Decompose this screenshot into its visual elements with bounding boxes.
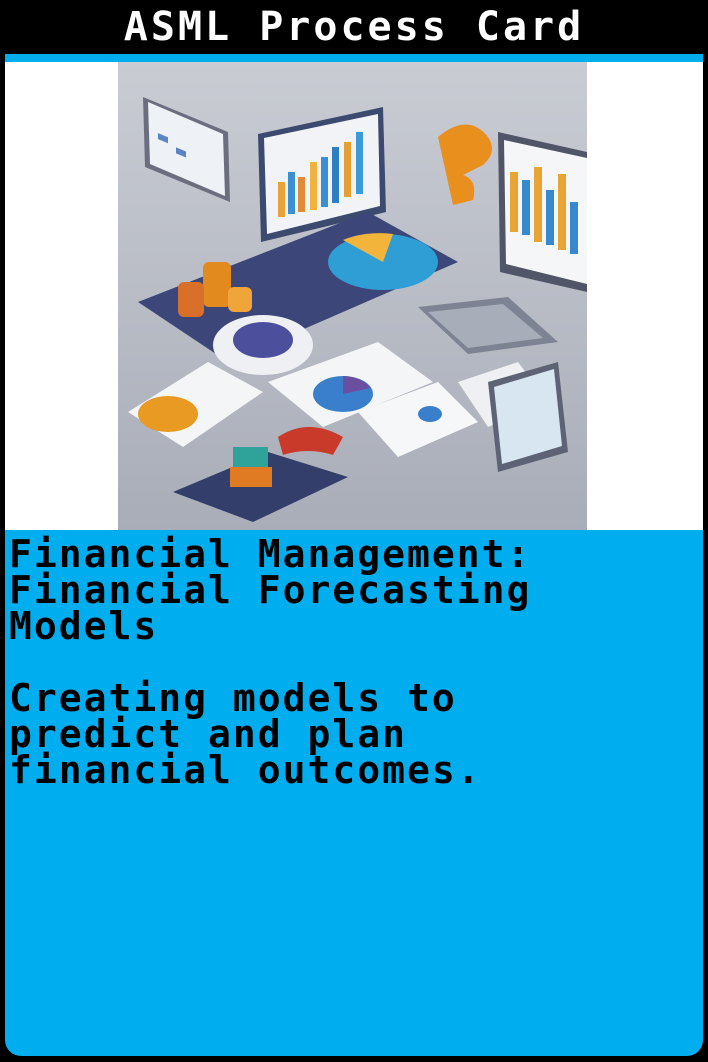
image-panel xyxy=(5,62,703,530)
card-description: Creating models to predict and plan fina… xyxy=(9,676,482,792)
financial-dashboard-illustration xyxy=(118,62,587,530)
right-monitor-icon xyxy=(498,132,587,292)
card-title: Financial Management: Financial Forecast… xyxy=(9,532,532,648)
card-header: ASML Process Card xyxy=(0,0,708,54)
process-card: ASML Process Card Financial Management: … xyxy=(0,0,708,1062)
card-body: Financial Management: Financial Forecast… xyxy=(5,530,703,1056)
small-pie-icon xyxy=(138,396,198,432)
round-dish-icon xyxy=(213,315,313,375)
header-stripe xyxy=(5,54,703,62)
